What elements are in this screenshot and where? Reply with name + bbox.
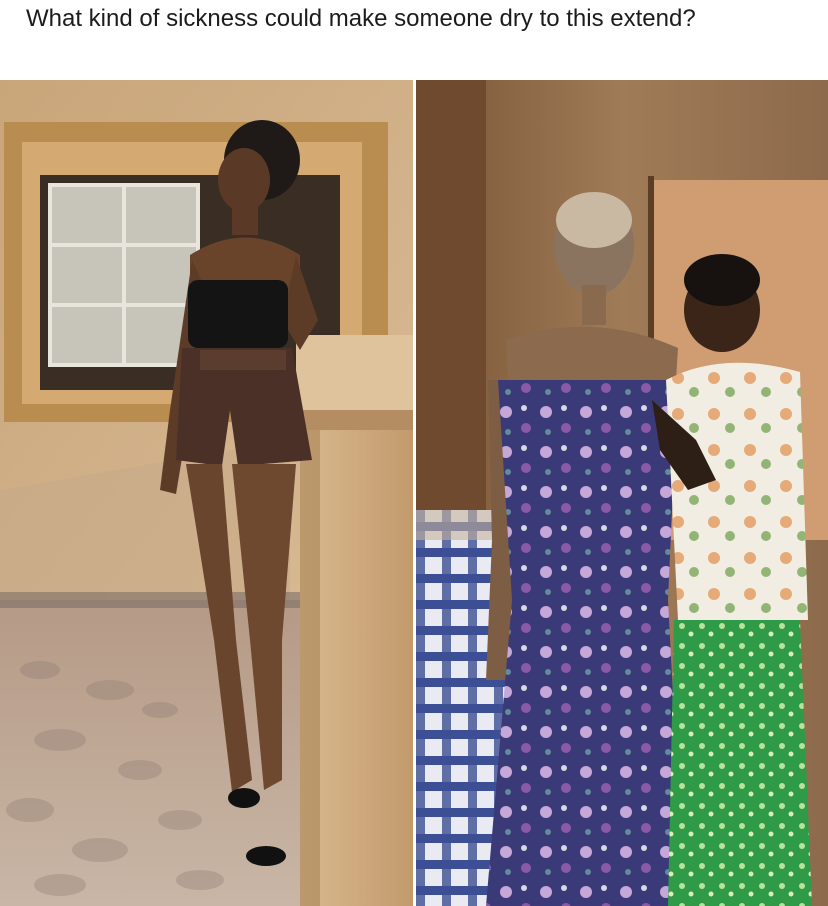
post-caption: What kind of sickness could make someone… xyxy=(26,5,696,32)
photo-after[interactable] xyxy=(416,80,828,906)
photo-before[interactable] xyxy=(0,80,413,906)
photo-after-image xyxy=(416,80,828,906)
photo-before-image xyxy=(0,80,413,906)
photo-collage xyxy=(0,80,828,906)
